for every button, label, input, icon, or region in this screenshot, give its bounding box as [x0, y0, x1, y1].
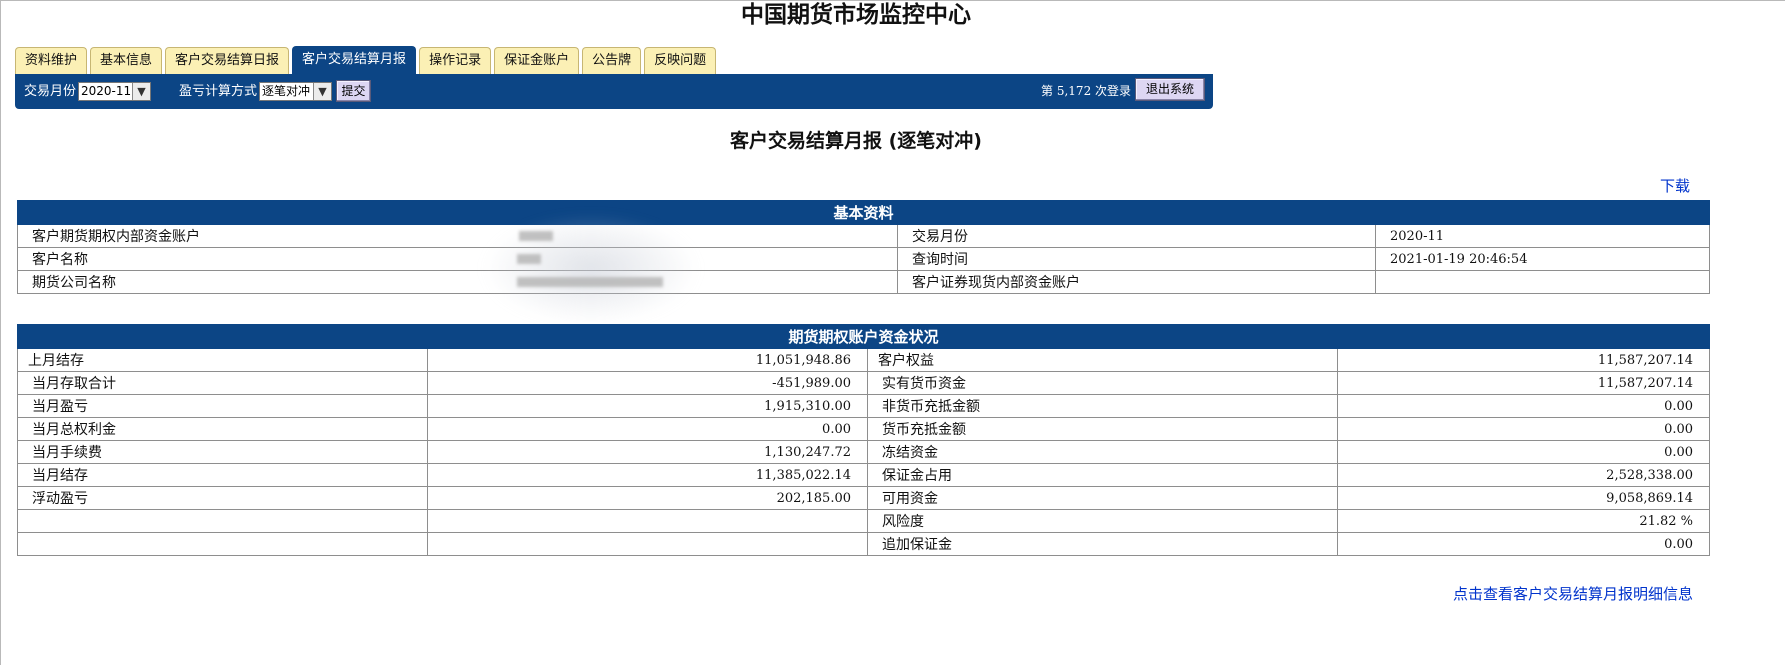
funds-label [17, 509, 428, 533]
table-row: 客户期货期权内部资金账户 交易月份 2020-11 [17, 224, 1711, 248]
basic-label: 客户名称 [32, 252, 88, 268]
funds-value: 9,058,869.14 [1336, 486, 1711, 510]
tab-data-maintenance[interactable]: 资料维护 [15, 47, 88, 74]
funds-value: 0.00 [1336, 532, 1711, 556]
basic-value [1374, 270, 1711, 294]
table-row: 浮动盈亏 202,185.00 可用资金 9,058,869.14 [17, 486, 1711, 510]
funds-value: 11,051,948.86 [427, 348, 868, 372]
tab-basic-info[interactable]: 基本信息 [90, 47, 163, 74]
funds-value: 2,528,338.00 [1336, 463, 1711, 487]
funds-value: 0.00 [1336, 394, 1711, 418]
funds-label: 追加保证金 [867, 532, 1338, 556]
funds-label: 货币充抵金额 [867, 417, 1338, 441]
funds-label: 当月手续费 [17, 440, 428, 464]
funds-value: 1,130,247.72 [427, 440, 868, 464]
basic-info-table: 基本资料 客户期货期权内部资金账户 交易月份 2020-11 客户名称 查询时间… [16, 200, 1711, 294]
redaction-blur [519, 231, 553, 241]
account-funds-title: 期货期权账户资金状况 [16, 324, 1711, 349]
funds-value [427, 532, 868, 556]
logout-button[interactable]: 退出系统 [1135, 78, 1205, 101]
funds-value: 0.00 [1336, 440, 1711, 464]
funds-label: 非货币充抵金额 [867, 394, 1338, 418]
funds-value: 0.00 [427, 417, 868, 441]
funds-label: 浮动盈亏 [17, 486, 428, 510]
table-row: 当月结存 11,385,022.14 保证金占用 2,528,338.00 [17, 463, 1711, 487]
funds-value [427, 509, 868, 533]
funds-value: 11,587,207.14 [1336, 371, 1711, 395]
funds-label: 冻结资金 [867, 440, 1338, 464]
tab-daily-report[interactable]: 客户交易结算日报 [165, 47, 290, 74]
month-select[interactable]: 2020-11 ▼ [78, 82, 151, 101]
table-row: 当月盈亏 1,915,310.00 非货币充抵金额 0.00 [17, 394, 1711, 418]
tab-bar: 资料维护 基本信息 客户交易结算日报 客户交易结算月报 操作记录 保证金账户 公… [15, 46, 717, 74]
login-count-text: 第 5,172 次登录 [1041, 83, 1131, 100]
page-heading: 客户交易结算月报 (逐笔对冲) [730, 130, 982, 152]
download-link[interactable]: 下载 [1660, 175, 1690, 196]
basic-value: 2021-01-19 20:46:54 [1374, 247, 1711, 271]
site-title: 中国期货市场监控中心 [741, 1, 971, 28]
funds-label: 当月结存 [17, 463, 428, 487]
funds-value: 11,385,022.14 [427, 463, 868, 487]
table-row: 上月结存 11,051,948.86 客户权益 11,587,207.14 [17, 348, 1711, 372]
funds-value: 1,915,310.00 [427, 394, 868, 418]
chevron-down-icon: ▼ [313, 83, 331, 100]
funds-label: 实有货币资金 [867, 371, 1338, 395]
funds-value: 0.00 [1336, 417, 1711, 441]
table-row: 客户名称 查询时间 2021-01-19 20:46:54 [17, 247, 1711, 271]
login-prefix: 第 [1041, 84, 1054, 98]
basic-label: 客户证券现货内部资金账户 [897, 270, 1376, 294]
account-funds-table: 期货期权账户资金状况 上月结存 11,051,948.86 客户权益 11,58… [16, 324, 1711, 556]
table-row: 风险度 21.82 % [17, 509, 1711, 533]
month-select-value: 2020-11 [81, 84, 132, 98]
basic-value: 2020-11 [1374, 224, 1711, 248]
funds-value: 11,587,207.14 [1336, 348, 1711, 372]
funds-label: 保证金占用 [867, 463, 1338, 487]
funds-value: -451,989.00 [427, 371, 868, 395]
tab-monthly-report[interactable]: 客户交易结算月报 [292, 46, 417, 74]
chevron-down-icon: ▼ [132, 83, 150, 100]
funds-label: 客户权益 [867, 348, 1338, 372]
table-row: 当月存取合计 -451,989.00 实有货币资金 11,587,207.14 [17, 371, 1711, 395]
funds-label: 当月盈亏 [17, 394, 428, 418]
redaction-blur [517, 254, 541, 264]
calc-method-select[interactable]: 逐笔对冲 ▼ [259, 82, 332, 101]
calc-method-select-value: 逐笔对冲 [262, 84, 311, 98]
month-label: 交易月份 [24, 84, 77, 99]
table-row: 当月总权利金 0.00 货币充抵金额 0.00 [17, 417, 1711, 441]
tab-margin-account[interactable]: 保证金账户 [494, 47, 580, 74]
basic-label: 客户期货期权内部资金账户 [32, 229, 200, 245]
funds-value: 21.82 % [1336, 509, 1711, 533]
tab-bulletin-board[interactable]: 公告牌 [582, 47, 642, 74]
redaction-blur [517, 277, 663, 287]
funds-label: 风险度 [867, 509, 1338, 533]
table-row: 期货公司名称 客户证券现货内部资金账户 [17, 270, 1711, 294]
funds-label: 当月总权利金 [17, 417, 428, 441]
basic-label: 查询时间 [897, 247, 1376, 271]
funds-value: 202,185.00 [427, 486, 868, 510]
monthly-detail-link[interactable]: 点击查看客户交易结算月报明细信息 [1453, 583, 1693, 604]
query-toolbar: 交易月份 2020-11 ▼ 盈亏计算方式 逐笔对冲 ▼ 提交 第 5,172 … [15, 74, 1213, 109]
funds-label: 可用资金 [867, 486, 1338, 510]
funds-label: 上月结存 [17, 348, 428, 372]
calc-method-label: 盈亏计算方式 [179, 84, 258, 99]
submit-button[interactable]: 提交 [336, 80, 371, 102]
tab-operation-log[interactable]: 操作记录 [419, 47, 492, 74]
table-row: 当月手续费 1,130,247.72 冻结资金 0.00 [17, 440, 1711, 464]
basic-info-title: 基本资料 [16, 200, 1711, 225]
table-row: 追加保证金 0.00 [17, 532, 1711, 556]
funds-label [17, 532, 428, 556]
funds-label: 当月存取合计 [17, 371, 428, 395]
basic-label: 交易月份 [897, 224, 1376, 248]
tab-report-issue[interactable]: 反映问题 [644, 47, 717, 74]
login-suffix: 次登录 [1095, 84, 1132, 98]
login-count: 5,172 [1056, 84, 1092, 98]
basic-label: 期货公司名称 [32, 275, 116, 291]
